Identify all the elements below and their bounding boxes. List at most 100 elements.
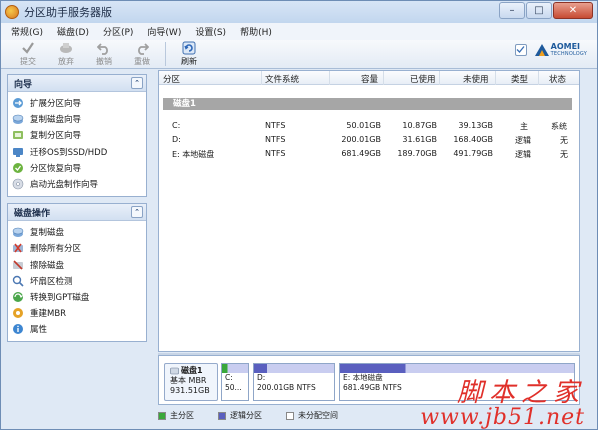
table-row[interactable]: E: 本地磁盘 NTFS 681.49GB 189.70GB 491.79GB … [159, 147, 581, 161]
wizard-item-copy-partition[interactable]: 复制分区向导 [12, 127, 146, 143]
wizard-item-bootable-cd[interactable]: 启动光盘制作向导 [12, 176, 146, 192]
left-sidebar: 向导 ⌃ 扩展分区向导 复制磁盘向导 复制分区向导 迁移OS到SSD/HDD 分… [7, 74, 147, 348]
disk-op-copy-disk[interactable]: 复制磁盘 [12, 224, 146, 240]
partition-name: D: [257, 373, 266, 382]
column-status[interactable]: 状态 [549, 73, 566, 85]
column-divider [495, 71, 496, 85]
disk-op-rebuild-mbr[interactable]: 重建MBR [12, 305, 146, 321]
app-window: 分区助手服务器版 – □ ✕ 常规(G) 磁盘(D) 分区(P) 向导(W) 设… [0, 0, 598, 430]
cell-capacity: 200.01GB [341, 135, 381, 144]
menu-help[interactable]: 帮助(H) [233, 25, 279, 38]
column-divider [538, 71, 539, 85]
legend-label: 未分配空间 [298, 411, 338, 420]
cell-status: 系统 [551, 122, 567, 131]
column-partition[interactable]: 分区 [163, 73, 180, 85]
wizard-item-migrate-os[interactable]: 迁移OS到SSD/HDD [12, 144, 146, 160]
menu-general[interactable]: 常规(G) [4, 25, 50, 38]
disk-op-label: 擦除磁盘 [30, 260, 65, 271]
close-button[interactable]: ✕ [553, 2, 593, 19]
discard-button[interactable]: 放弃 [47, 40, 85, 69]
title-bar: 分区助手服务器版 – □ ✕ [1, 1, 597, 23]
column-unused[interactable]: 未使用 [463, 73, 489, 85]
bootable-cd-icon [12, 178, 24, 190]
cell-used: 10.87GB [402, 121, 437, 130]
column-divider [329, 71, 330, 85]
legend-label: 逻辑分区 [230, 411, 262, 420]
toolbar: 提交 放弃 撤销 重做 刷新 [1, 40, 597, 69]
wizard-item-label: 复制分区向导 [30, 131, 82, 142]
rebuild-mbr-icon [12, 307, 24, 319]
redo-label: 重做 [134, 57, 150, 66]
disk-op-properties[interactable]: 属性 [12, 321, 146, 337]
column-divider [439, 71, 440, 85]
legend-swatch [218, 411, 226, 420]
wizard-item-label: 迁移OS到SSD/HDD [30, 147, 108, 158]
table-row[interactable]: D: NTFS 200.01GB 31.61GB 168.40GB 逻辑 无 [159, 133, 581, 147]
properties-icon [12, 323, 24, 335]
wizard-item-extend-partition[interactable]: 扩展分区向导 [12, 95, 146, 111]
disk-map-partition-c[interactable]: C: 50... [221, 363, 249, 401]
wizard-item-copy-disk[interactable]: 复制磁盘向导 [12, 111, 146, 127]
brand-sub: TECHNOLOGY [550, 51, 587, 57]
disk-map-disk-card[interactable]: 磁盘1 基本 MBR 931.51GB [164, 363, 218, 401]
disk-ops-collapse-button[interactable]: ⌃ [131, 206, 143, 219]
cell-type: 逻辑 [515, 136, 531, 145]
cell-type: 主 [520, 122, 528, 131]
cell-filesystem: NTFS [265, 135, 286, 144]
cell-filesystem: NTFS [265, 149, 286, 158]
discard-icon [59, 41, 73, 55]
cell-partition: C: [172, 121, 181, 130]
legend-item-logical: 逻辑分区 [218, 410, 262, 421]
disk-ops-panel: 磁盘操作 ⌃ 复制磁盘 删除所有分区 擦除磁盘 坏扇区检测 转换到GPT磁盘 重… [7, 203, 147, 343]
partition-recovery-icon [12, 162, 24, 174]
column-divider [261, 71, 262, 85]
table-row[interactable]: C: NTFS 50.01GB 10.87GB 39.13GB 主 系统 [159, 119, 581, 133]
undo-button[interactable]: 撤销 [85, 40, 123, 69]
minimize-button[interactable]: – [499, 2, 525, 19]
discard-label: 放弃 [58, 57, 74, 66]
column-type[interactable]: 类型 [511, 73, 528, 85]
wizard-panel-header[interactable]: 向导 ⌃ [8, 75, 146, 92]
options-checkbox[interactable] [514, 43, 527, 56]
refresh-button[interactable]: 刷新 [170, 40, 208, 69]
hard-disk-icon [170, 367, 179, 375]
menu-disk[interactable]: 磁盘(D) [50, 25, 96, 38]
redo-button[interactable]: 重做 [123, 40, 161, 69]
cell-unused: 491.79GB [453, 149, 493, 158]
column-capacity[interactable]: 容量 [361, 73, 378, 85]
disk-map-type: 基本 MBR [170, 376, 207, 385]
disk-op-wipe-disk[interactable]: 擦除磁盘 [12, 257, 146, 273]
disk-op-convert-gpt[interactable]: 转换到GPT磁盘 [12, 289, 146, 305]
disk-ops-panel-header[interactable]: 磁盘操作 ⌃ [8, 204, 146, 222]
column-used[interactable]: 已使用 [410, 73, 436, 85]
site-watermark: 脚本之家 www.jb51.net [420, 379, 585, 429]
cell-used: 189.70GB [397, 149, 437, 158]
menu-partition[interactable]: 分区(P) [96, 25, 140, 38]
disk-map-partition-d[interactable]: D: 200.01GB NTFS [253, 363, 335, 401]
copy-disk-icon [12, 226, 24, 238]
menu-wizard[interactable]: 向导(W) [140, 25, 188, 38]
wizard-collapse-button[interactable]: ⌃ [131, 77, 143, 89]
column-filesystem[interactable]: 文件系统 [265, 73, 299, 85]
maximize-button[interactable]: □ [526, 2, 552, 19]
cell-partition: E: 本地磁盘 [172, 150, 215, 159]
legend-item-unallocated: 未分配空间 [286, 410, 338, 421]
wipe-disk-icon [12, 259, 24, 271]
disk-group-header[interactable]: 磁盘1 [163, 98, 572, 110]
copy-disk-icon [12, 113, 24, 125]
partition-info: 200.01GB NTFS [257, 383, 316, 392]
legend-label: 主分区 [170, 411, 194, 420]
commit-button[interactable]: 提交 [9, 40, 47, 69]
legend-item-primary: 主分区 [158, 410, 194, 421]
disk-op-bad-sector[interactable]: 坏扇区检测 [12, 273, 146, 289]
commit-check-icon [21, 41, 35, 55]
cell-unused: 168.40GB [453, 135, 493, 144]
disk-op-label: 转换到GPT磁盘 [30, 292, 90, 303]
column-divider [383, 71, 384, 85]
disk-op-delete-all[interactable]: 删除所有分区 [12, 240, 146, 256]
wizard-item-partition-recovery[interactable]: 分区恢复向导 [12, 160, 146, 176]
disk-op-label: 重建MBR [30, 309, 67, 320]
menu-settings[interactable]: 设置(S) [188, 25, 233, 38]
bad-sector-icon [12, 275, 24, 287]
watermark-title: 脚本之家 [456, 378, 585, 408]
